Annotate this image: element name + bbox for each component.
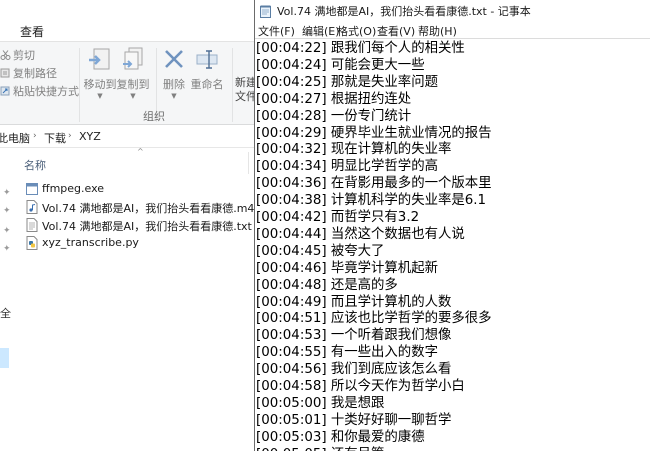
text-line: [00:04:36] 在背影用最多的一个版本里 [256,176,492,192]
chevron-down-icon: ▼ [171,92,177,100]
text-line: [00:04:46] 毕竟学计算机起新 [256,260,438,276]
text-line: [00:04:42] 而哲学只有3.2 [256,210,420,225]
copy-to-icon [111,46,155,74]
menu-format[interactable]: 格式(O) [337,23,376,39]
paste-shortcut-button[interactable]: 粘贴快捷方式 [0,83,79,99]
breadcrumb-downloads[interactable]: 下载 [44,130,66,146]
ribbon: 剪切 复制路径 粘贴快捷方式 移动到 ▼ 复制到 ▼ 删除 ▼ 重命名 新建 文… [0,41,254,125]
ribbon-group-organize-label: 组织 [143,110,165,123]
new-folder-label-line1: 新建 [235,76,254,89]
file-name: Vol.74 满地都是AI，我们抬头看看康德.txt [42,220,252,233]
navigation-pane-strip: ✦ ✦ ✦ ✦ [0,150,12,451]
new-folder-label-line2: 文件 [235,90,254,103]
menu-edit[interactable]: 编辑(E) [302,23,340,39]
text-line: [00:04:56] 我们到底应该怎么看 [256,362,452,378]
text-line: [00:04:34] 明显比学哲学的高 [256,159,438,175]
text-line: [00:04:38] 计算机科学的失业率是6.1 [256,193,487,209]
file-row[interactable]: Vol.74 满地都是AI，我们抬头看看康德.txt [22,216,252,234]
text-line: [00:04:22] 跟我们每个人的相关性 [256,41,465,56]
notepad-icon [260,3,271,18]
text-line: [00:04:28] 一份专门统计 [256,108,412,124]
text-line: [00:04:48] 还是高的多 [256,277,398,293]
copy-path-button[interactable]: 复制路径 [0,65,57,81]
text-line: [00:04:29] 硬界毕业生就业情况的报告 [256,125,492,141]
text-line: [00:04:49] 而且学计算机的人数 [256,294,452,310]
breadcrumb-xyz[interactable]: XYZ [79,130,101,143]
text-line: [00:04:55] 有一些出入的数字 [256,345,438,361]
text-line: [00:04:27] 根据扭约连处 [256,91,412,107]
pin-icon: ✦ [3,226,11,236]
breadcrumb: 此电脑 › 下载 › XYZ [0,126,254,148]
file-row[interactable]: Vol.74 满地都是AI，我们抬头看看康德.m4a [22,198,254,216]
copy-to-label: 复制到 [116,78,150,91]
text-line: [00:04:24] 可能会更大一些 [256,57,425,73]
cut-label: 剪切 [13,49,35,62]
menu-file[interactable]: 文件(F) [258,23,295,39]
chevron-right-icon: › [68,131,72,141]
rename-icon [185,46,229,74]
file-explorer-window: 查看 剪切 复制路径 粘贴快捷方式 移动到 ▼ 复制到 ▼ 删除 ▼ 重命名 新… [0,0,254,451]
text-line: [00:05:05] 还有呈管 [256,446,384,451]
cut-button[interactable]: 剪切 [0,47,35,63]
file-row[interactable]: xyz_transcribe.py [22,234,252,252]
text-line: [00:05:00] 我是想跟 [256,395,385,411]
text-line: [00:04:32] 现在计算机的失业率 [256,142,452,158]
file-name: Vol.74 满地都是AI，我们抬头看看康德.m4a [42,202,254,215]
ribbon-divider [232,48,233,122]
rename-button[interactable]: 重命名 [185,46,229,92]
breadcrumb-this-pc[interactable]: 此电脑 [0,130,30,146]
notepad-window: Vol.74 满地都是AI，我们抬头看看康德.txt - 记事本 文件(F) 编… [254,0,650,451]
sort-caret-icon: ^ [137,147,144,156]
notepad-text-area[interactable]: [00:04:22] 跟我们每个人的相关性 [00:04:24] 可能会更大一些[… [255,38,650,451]
ribbon-tab-view[interactable]: 查看 [20,23,44,40]
text-line: [00:04:45] 被夸大了 [256,243,385,259]
delete-label: 删除 [163,78,185,91]
new-folder-button[interactable]: 新建 文件 [235,76,254,104]
python-file-icon [26,236,38,250]
text-line: [00:05:03] 和你最爱的康德 [256,429,425,445]
rename-label: 重命名 [190,78,224,91]
text-line: [00:05:01] 十类好好聊一聊哲学 [256,412,452,428]
pin-icon: ✦ [3,188,11,198]
text-line: [00:04:51] 应该也比学哲学的要多很多 [256,311,492,327]
menu-view[interactable]: 查看(V) [377,23,415,39]
notepad-title-bar[interactable]: Vol.74 满地都是AI，我们抬头看看康德.txt - 记事本 [255,0,650,20]
chevron-right-icon: › [33,131,37,141]
chevron-down-icon: ▼ [130,92,136,100]
file-row[interactable]: ffmpeg.exe [22,180,252,198]
paste-shortcut-icon [0,86,11,96]
file-name: xyz_transcribe.py [42,236,139,249]
nav-pane-selection[interactable] [0,348,9,368]
copy-path-label: 复制路径 [13,67,57,80]
menu-help[interactable]: 帮助(H) [418,23,457,39]
text-line: [00:04:44] 当然这个数据也有人说 [256,226,465,242]
audio-file-icon [26,200,38,214]
column-header-name[interactable]: 名称 [24,157,46,173]
nav-pane-item-partial[interactable]: 全 [0,305,11,321]
exe-icon [26,182,38,196]
file-name: ffmpeg.exe [42,182,105,195]
scissors-icon [0,50,11,60]
notepad-menu-bar: 文件(F) 编辑(E) 格式(O) 查看(V) 帮助(H) [255,20,650,38]
pin-icon: ✦ [3,206,11,216]
column-divider [248,152,249,174]
text-file-icon [26,218,38,232]
copy-path-icon [0,68,11,78]
text-line: [00:04:58] 所以今天作为哲学小白 [256,379,465,394]
paste-shortcut-label: 粘贴快捷方式 [13,85,79,98]
pin-icon: ✦ [3,244,11,254]
copy-to-button[interactable]: 复制到 ▼ [111,46,155,100]
text-line: [00:04:53] 一个听着跟我们想像 [256,328,452,344]
text-line: [00:04:25] 那就是失业率问题 [256,74,438,90]
notepad-title: Vol.74 满地都是AI，我们抬头看看康德.txt - 记事本 [277,5,531,18]
